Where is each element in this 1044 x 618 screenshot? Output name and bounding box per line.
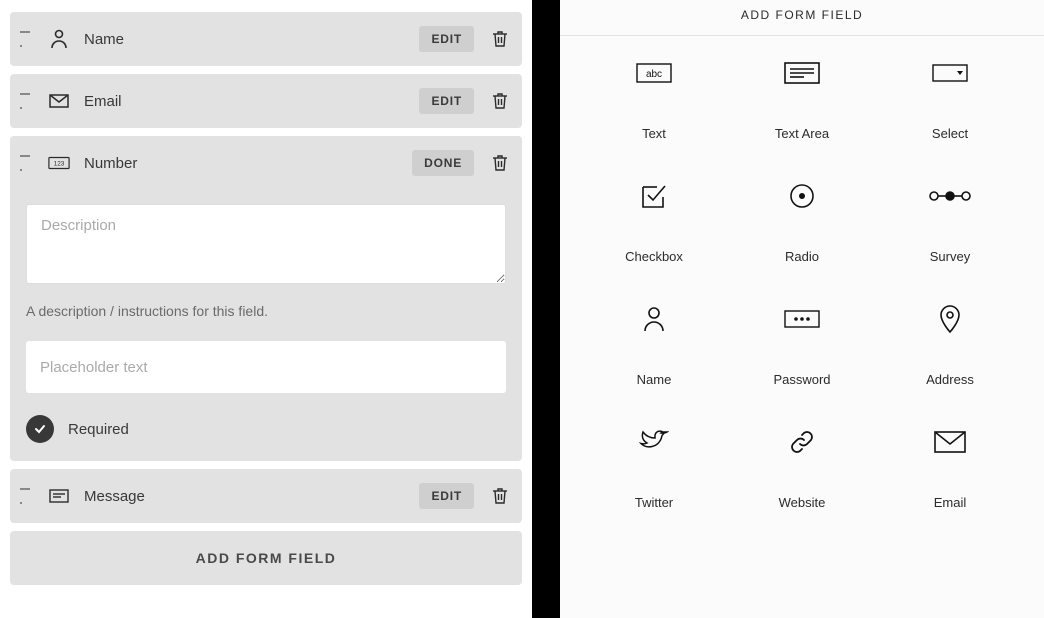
option-label: Survey [930,249,970,264]
form-fields-panel: Name EDIT Email EDIT [0,0,532,618]
field-label: Message [84,488,419,505]
trash-icon[interactable] [492,92,508,110]
option-website[interactable]: Website [728,427,876,510]
svg-text:123: 123 [54,161,65,168]
required-label: Required [68,421,129,438]
radio-icon [789,181,815,211]
person-icon [643,304,665,334]
select-icon [932,58,968,88]
password-icon [784,304,820,334]
option-label: Address [926,372,974,387]
checkbox-icon [641,181,667,211]
edit-button[interactable]: EDIT [419,88,474,114]
trash-icon[interactable] [492,154,508,172]
option-label: Website [779,495,826,510]
field-label: Email [84,93,419,110]
svg-text:abc: abc [646,69,662,80]
edit-button[interactable]: EDIT [419,26,474,52]
description-textarea[interactable] [26,204,506,284]
number-icon: 123 [48,152,70,174]
option-twitter[interactable]: Twitter [580,427,728,510]
placeholder-input[interactable] [26,341,506,393]
text-area-icon [784,58,820,88]
text-lines-icon [48,485,70,507]
field-row-message[interactable]: Message EDIT [10,469,522,523]
option-label: Twitter [635,495,673,510]
drag-handle-icon[interactable] [20,93,30,109]
option-password[interactable]: Password [728,304,876,387]
field-label: Number [84,155,412,172]
text-input-icon: abc [636,58,672,88]
option-address[interactable]: Address [876,304,1024,387]
option-name[interactable]: Name [580,304,728,387]
option-label: Password [773,372,830,387]
link-icon [789,427,815,457]
option-label: Name [637,372,672,387]
option-text[interactable]: abc Text [580,58,728,141]
person-icon [48,28,70,50]
required-toggle[interactable] [26,415,54,443]
drag-handle-icon[interactable] [20,155,30,171]
option-label: Email [934,495,967,510]
done-button[interactable]: DONE [412,150,474,176]
option-label: Radio [785,249,819,264]
drag-handle-icon[interactable] [20,488,30,504]
option-label: Select [932,126,968,141]
edit-button[interactable]: EDIT [419,483,474,509]
option-radio[interactable]: Radio [728,181,876,264]
envelope-icon [934,427,966,457]
field-label: Name [84,31,419,48]
field-editor: A description / instructions for this fi… [10,190,522,461]
field-row-email[interactable]: Email EDIT [10,74,522,128]
field-row-name[interactable]: Name EDIT [10,12,522,66]
envelope-icon [48,90,70,112]
option-text-area[interactable]: Text Area [728,58,876,141]
option-select[interactable]: Select [876,58,1024,141]
add-form-field-button[interactable]: ADD FORM FIELD [10,531,522,585]
drag-handle-icon[interactable] [20,31,30,47]
option-label: Checkbox [625,249,683,264]
description-helper-text: A description / instructions for this fi… [26,303,506,319]
survey-icon [928,181,972,211]
option-survey[interactable]: Survey [876,181,1024,264]
option-checkbox[interactable]: Checkbox [580,181,728,264]
trash-icon[interactable] [492,487,508,505]
option-email[interactable]: Email [876,427,1024,510]
trash-icon[interactable] [492,30,508,48]
field-type-picker-panel: ADD FORM FIELD abc Text Text Area [560,0,1044,618]
panel-divider [532,0,560,618]
map-pin-icon [939,304,961,334]
field-row-number[interactable]: 123 Number DONE [10,136,522,190]
picker-header: ADD FORM FIELD [560,0,1044,36]
option-label: Text [642,126,666,141]
option-label: Text Area [775,126,829,141]
twitter-icon [639,427,669,457]
field-block-number: 123 Number DONE A description / instruct… [10,136,522,461]
field-type-grid: abc Text Text Area Select [560,36,1044,532]
required-toggle-row: Required [26,415,506,443]
